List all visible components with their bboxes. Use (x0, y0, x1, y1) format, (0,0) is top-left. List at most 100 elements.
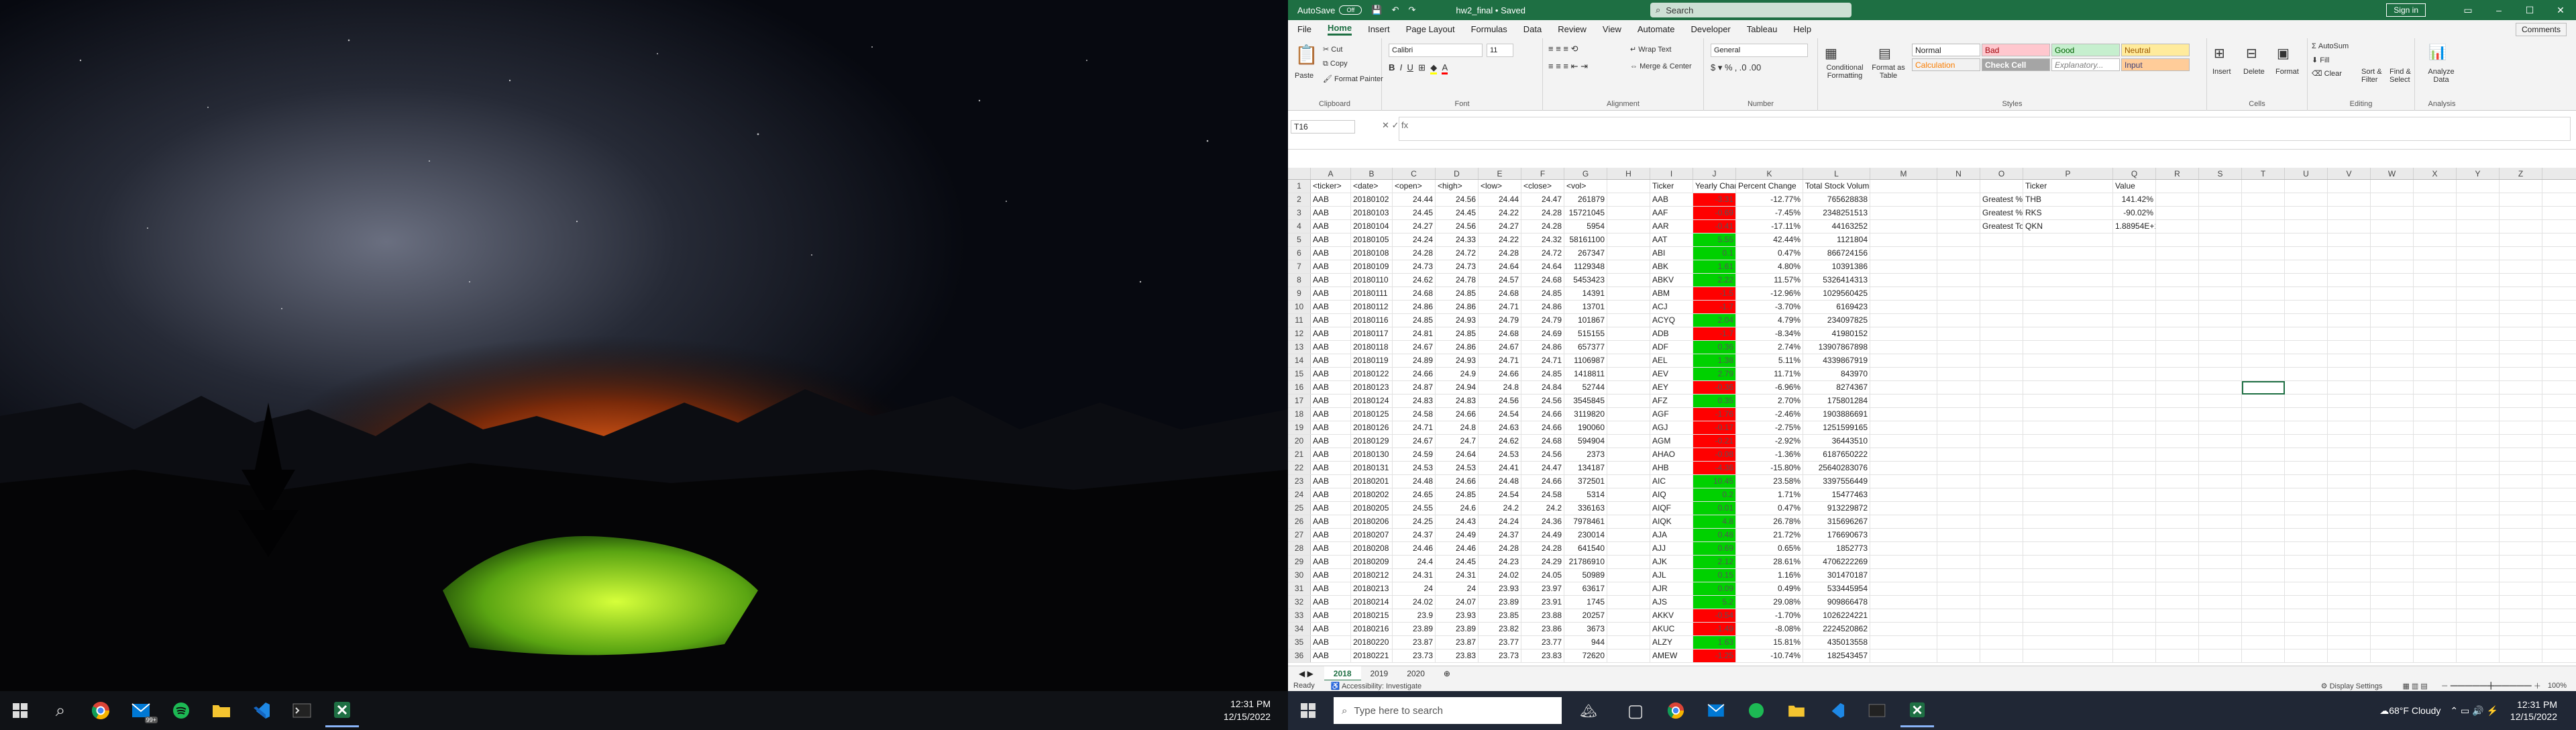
vscode-icon[interactable] (245, 694, 278, 727)
cell-I12[interactable]: ADB (1650, 327, 1693, 340)
cell-X32[interactable] (2414, 596, 2457, 609)
windows-icon[interactable] (3, 694, 37, 727)
cell-P9[interactable] (2023, 287, 2113, 300)
cell-M4[interactable] (1870, 220, 1937, 233)
cell-G30[interactable]: 50989 (1564, 569, 1607, 582)
cell-R11[interactable] (2156, 314, 2199, 327)
cell-V34[interactable] (2328, 623, 2371, 635)
cell-D21[interactable]: 24.64 (1436, 448, 1479, 461)
cell-S3[interactable] (2199, 207, 2242, 219)
cell-L30[interactable]: 301470187 (1803, 569, 1870, 582)
cell-J33[interactable]: -0.54 (1693, 609, 1736, 622)
cell-H9[interactable] (1607, 287, 1650, 300)
cell-E13[interactable]: 24.67 (1479, 341, 1521, 354)
cell-I34[interactable]: AKUC (1650, 623, 1693, 635)
mail-icon[interactable]: 99+ (124, 694, 158, 727)
column-header-S[interactable]: S (2199, 168, 2242, 179)
cell-U5[interactable] (2285, 233, 2328, 246)
column-header-U[interactable]: U (2285, 168, 2328, 179)
cell-B16[interactable]: 20180123 (1351, 381, 1393, 394)
cell-A25[interactable]: AAB (1311, 502, 1351, 515)
row-header[interactable]: 12 (1288, 327, 1311, 340)
cell-G25[interactable]: 336163 (1564, 502, 1607, 515)
cell-T29[interactable] (2242, 556, 2285, 568)
cell-Q4[interactable]: 1.88954E+12 (2113, 220, 2156, 233)
comments-button[interactable]: Comments (2515, 22, 2567, 36)
row-header[interactable]: 17 (1288, 395, 1311, 407)
cell-L8[interactable]: 5326414313 (1803, 274, 1870, 286)
cell-I2[interactable]: AAB (1650, 193, 1693, 206)
cell-N7[interactable] (1937, 260, 1980, 273)
cell-F23[interactable]: 24.66 (1521, 475, 1564, 488)
cell-M12[interactable] (1870, 327, 1937, 340)
cell-E14[interactable]: 24.71 (1479, 354, 1521, 367)
excel-icon[interactable] (325, 694, 359, 727)
cell-K7[interactable]: 4.80% (1736, 260, 1803, 273)
cell-H11[interactable] (1607, 314, 1650, 327)
cell-Q6[interactable] (2113, 247, 2156, 260)
cell-O14[interactable] (1980, 354, 2023, 367)
cell-C36[interactable]: 23.73 (1393, 649, 1436, 662)
cell-C34[interactable]: 23.89 (1393, 623, 1436, 635)
cell-X31[interactable] (2414, 582, 2457, 595)
cell-P26[interactable] (2023, 515, 2113, 528)
cell-I4[interactable]: AAR (1650, 220, 1693, 233)
cell-A36[interactable]: AAB (1311, 649, 1351, 662)
cell-W33[interactable] (2371, 609, 2414, 622)
cell-D13[interactable]: 24.86 (1436, 341, 1479, 354)
cell-E4[interactable]: 24.27 (1479, 220, 1521, 233)
cell-E22[interactable]: 24.41 (1479, 462, 1521, 474)
column-header-X[interactable]: X (2414, 168, 2457, 179)
cell-H35[interactable] (1607, 636, 1650, 649)
cell-A10[interactable]: AAB (1311, 301, 1351, 313)
cell-W13[interactable] (2371, 341, 2414, 354)
bold-icon[interactable]: B (1389, 62, 1395, 72)
cell-N35[interactable] (1937, 636, 1980, 649)
cell-G13[interactable]: 657377 (1564, 341, 1607, 354)
cell-A15[interactable]: AAB (1311, 368, 1351, 380)
cell-Q13[interactable] (2113, 341, 2156, 354)
cell-R30[interactable] (2156, 569, 2199, 582)
cell-C24[interactable]: 24.65 (1393, 488, 1436, 501)
cell-I32[interactable]: AJS (1650, 596, 1693, 609)
cell-A17[interactable]: AAB (1311, 395, 1351, 407)
cell-E6[interactable]: 24.28 (1479, 247, 1521, 260)
cell-P12[interactable] (2023, 327, 2113, 340)
format-as-table-button[interactable]: Format as Table (1872, 64, 1905, 80)
cell-J30[interactable]: 0.15 (1693, 569, 1736, 582)
column-header-E[interactable]: E (1479, 168, 1521, 179)
cell-O15[interactable] (1980, 368, 2023, 380)
cell-I31[interactable]: AJR (1650, 582, 1693, 595)
cell-D10[interactable]: 24.86 (1436, 301, 1479, 313)
cell-Y1[interactable] (2457, 180, 2500, 193)
title-search-box[interactable]: ⌕ Search (1650, 3, 1851, 17)
cell-Q1[interactable]: Value (2113, 180, 2156, 193)
cell-P5[interactable] (2023, 233, 2113, 246)
cell-N21[interactable] (1937, 448, 1980, 461)
cell-F6[interactable]: 24.72 (1521, 247, 1564, 260)
cell-W32[interactable] (2371, 596, 2414, 609)
cell-T21[interactable] (2242, 448, 2285, 461)
cell-X33[interactable] (2414, 609, 2457, 622)
cell-C30[interactable]: 24.31 (1393, 569, 1436, 582)
cell-V12[interactable] (2328, 327, 2371, 340)
cell-G14[interactable]: 1106987 (1564, 354, 1607, 367)
cell-M15[interactable] (1870, 368, 1937, 380)
cell-Y3[interactable] (2457, 207, 2500, 219)
cell-E30[interactable]: 24.02 (1479, 569, 1521, 582)
cell-P15[interactable] (2023, 368, 2113, 380)
sheet-nav-arrows[interactable]: ◀ ▶ (1288, 669, 1324, 678)
cell-P18[interactable] (2023, 408, 2113, 421)
cell-U36[interactable] (2285, 649, 2328, 662)
cell-T1[interactable] (2242, 180, 2285, 193)
cell-M23[interactable] (1870, 475, 1937, 488)
chrome-icon[interactable] (1659, 694, 1693, 727)
cell-W20[interactable] (2371, 435, 2414, 448)
cell-Q26[interactable] (2113, 515, 2156, 528)
cell-D5[interactable]: 24.33 (1436, 233, 1479, 246)
cell-L11[interactable]: 234097825 (1803, 314, 1870, 327)
cell-I18[interactable]: AGF (1650, 408, 1693, 421)
cell-D27[interactable]: 24.49 (1436, 529, 1479, 541)
cell-W19[interactable] (2371, 421, 2414, 434)
cell-P20[interactable] (2023, 435, 2113, 448)
